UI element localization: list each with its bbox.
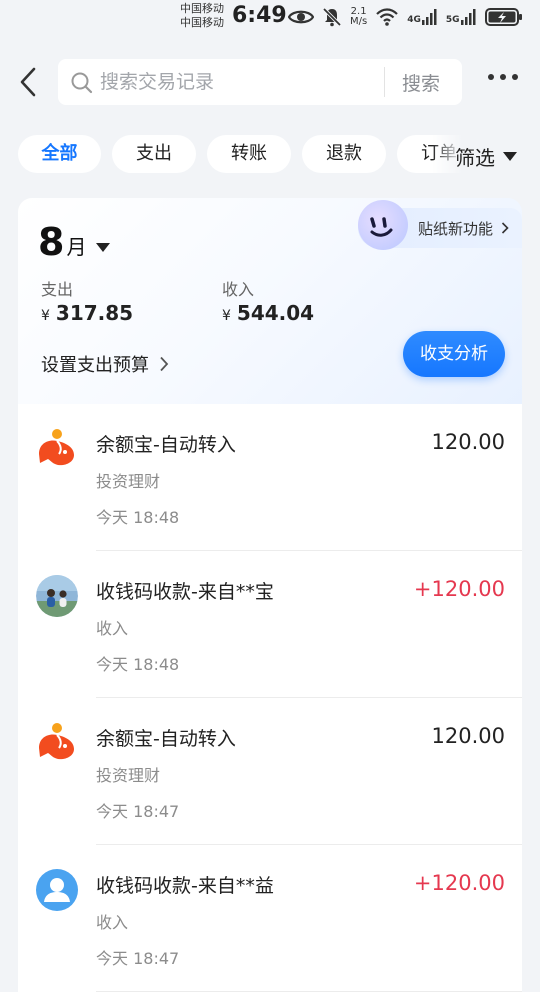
chip-all[interactable]: 全部 [18,135,101,173]
expense-value: 317.85 [55,301,134,325]
search-input[interactable] [100,67,420,97]
transaction-time: 今天 18:47 [96,949,180,968]
income-value: 544.04 [236,301,315,325]
carrier-1: 中国移动 [180,2,224,15]
network-4g: 4G [407,9,438,25]
more-dot-icon [500,74,506,80]
status-icons: 2.1 M/s 4G 5G [288,6,523,28]
transaction-row[interactable]: 收钱码收款-来自**益 +120.00 收入 今天 18:47 [18,845,522,992]
filter-button[interactable]: 筛选 [455,142,517,171]
back-button[interactable] [14,66,44,98]
search-icon [71,72,93,94]
transaction-title: 收钱码收款-来自**益 [96,875,274,897]
more-dot-icon [488,74,494,80]
expense-total: ¥317.85 [41,301,133,325]
transaction-title: 余额宝-自动转入 [96,434,236,456]
transaction-title: 收钱码收款-来自**宝 [96,581,274,603]
search-box[interactable]: 搜索 [58,59,462,105]
transaction-title: 余额宝-自动转入 [96,728,236,750]
sticker-mascot-icon[interactable] [358,200,408,250]
transaction-time: 今天 18:47 [96,802,180,821]
wifi-icon [376,8,398,26]
month-number: 8 [38,220,65,264]
transaction-time: 今天 18:48 [96,655,180,674]
user-photo-avatar [36,575,78,617]
carrier-2: 中国移动 [180,16,224,29]
budget-label: 设置支出预算 [41,355,149,376]
filter-label: 筛选 [455,146,495,170]
signal-icon [421,9,437,25]
currency-symbol: ¥ [222,308,231,324]
status-bar: 中国移动 中国移动 6:49 2.1 M/s 4G 5G [0,0,540,34]
sticker-feature-link[interactable]: 贴纸新功能 [418,218,509,239]
carrier-names: 中国移动 中国移动 [180,2,224,30]
transaction-row[interactable]: 余额宝-自动转入 120.00 投资理财 今天 18:47 [18,698,522,845]
battery-charging-icon [484,8,522,26]
chevron-right-icon [160,356,169,372]
month-dropdown-icon [96,243,111,252]
default-user-avatar [36,869,78,911]
transaction-category: 收入 [96,913,129,932]
search-divider [384,67,385,97]
bell-muted-icon [322,7,342,27]
eye-icon [288,10,314,24]
transaction-amount: +120.00 [413,577,505,601]
net-speed: 2.1 M/s [350,7,367,27]
transaction-amount: 120.00 [431,430,505,454]
transaction-category: 投资理财 [96,766,161,785]
set-budget-link[interactable]: 设置支出预算 [41,351,169,377]
income-expense-analysis-button[interactable]: 收支分析 [403,331,505,377]
yuebao-icon [36,722,78,764]
network-5g: 5G [446,9,477,25]
more-dot-icon [512,74,518,80]
network-4g-label: 4G [407,15,421,25]
net-speed-unit: M/s [350,16,368,27]
income-label: 收入 [222,280,255,299]
signal-icon [460,9,476,25]
yuebao-icon [36,428,78,470]
expense-label: 支出 [41,280,74,299]
smiley-face-icon [370,217,393,237]
month-unit: 月 [66,235,87,259]
month-selector[interactable]: 8 月 [38,220,111,264]
transaction-time: 今天 18:48 [96,508,180,527]
transaction-row[interactable]: 余额宝-自动转入 120.00 投资理财 今天 18:48 [18,404,522,551]
back-arrow-icon [20,67,36,97]
currency-symbol: ¥ [41,308,50,324]
search-button[interactable]: 搜索 [402,69,440,96]
dropdown-triangle-icon [503,152,517,161]
sticker-label: 贴纸新功能 [418,220,494,238]
transaction-list: 余额宝-自动转入 120.00 投资理财 今天 18:48 收钱码收款-来自**… [18,404,522,992]
chevron-right-icon [501,222,509,234]
chip-transfer[interactable]: 转账 [207,135,291,173]
transaction-category: 投资理财 [96,472,161,491]
transaction-row[interactable]: 收钱码收款-来自**宝 +120.00 收入 今天 18:48 [18,551,522,698]
transaction-amount: +120.00 [413,871,505,895]
network-5g-label: 5G [445,15,460,25]
transaction-amount: 120.00 [431,724,505,748]
header-bar: 搜索 [0,56,540,108]
chip-expense[interactable]: 支出 [112,135,196,173]
transaction-category: 收入 [96,619,129,638]
chip-refund[interactable]: 退款 [302,135,386,173]
income-total: ¥544.04 [222,301,314,325]
more-options-button[interactable] [488,74,518,80]
status-time: 6:49 [232,3,287,28]
